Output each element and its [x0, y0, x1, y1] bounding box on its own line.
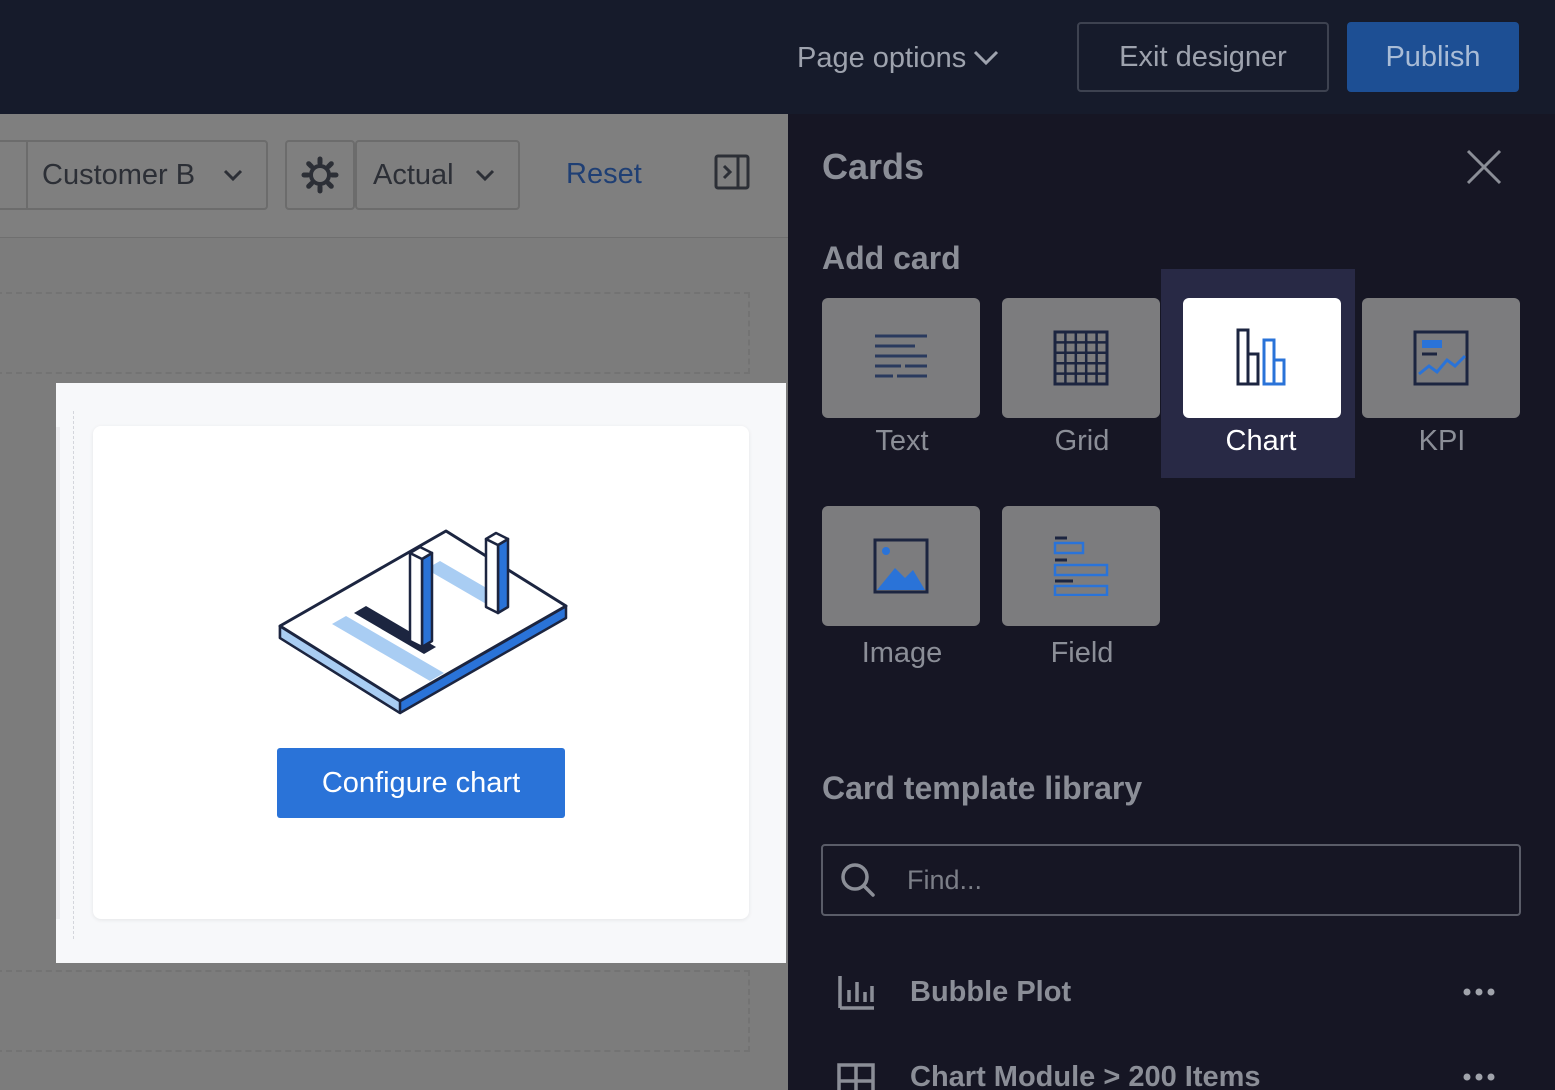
placeholder-row: [0, 292, 750, 374]
page-options-label: Page options: [797, 41, 967, 74]
image-card-button[interactable]: [822, 506, 980, 626]
more-options-icon[interactable]: [1462, 987, 1496, 997]
text-card-button[interactable]: [822, 298, 980, 418]
drop-guide: [73, 411, 74, 939]
scenario-filter-value: Actual: [373, 158, 454, 191]
card-slot: Configure chart: [56, 383, 786, 963]
cards-panel: Cards Add card Text Grid Chart KPI Image…: [788, 114, 1555, 1090]
close-icon[interactable]: [1465, 148, 1503, 186]
library-item[interactable]: Chart Module > 200 Items: [836, 1052, 1496, 1090]
text-icon: [875, 334, 927, 378]
search-icon: [841, 863, 875, 897]
grid-icon: [837, 1063, 875, 1090]
field-card-button[interactable]: [1002, 506, 1160, 626]
publish-button[interactable]: Publish: [1347, 22, 1519, 92]
exit-designer-button[interactable]: Exit designer: [1077, 22, 1329, 92]
tile-label: KPI: [1418, 425, 1466, 457]
tile-kpi: KPI: [1352, 269, 1532, 469]
tile-label: Chart: [1225, 425, 1297, 457]
tile-chart: Chart: [1161, 269, 1355, 478]
chart-card[interactable]: Configure chart: [93, 426, 749, 919]
bar-chart-icon: [1236, 328, 1286, 386]
library-item-name: Chart Module > 200 Items: [910, 1060, 1261, 1090]
bar-chart-icon: [838, 976, 874, 1010]
filter-bar: Customer B Actual Reset: [0, 114, 788, 238]
kpi-card-button[interactable]: [1362, 298, 1520, 418]
chart-card-button[interactable]: [1183, 298, 1341, 418]
library-item-name: Bubble Plot: [910, 975, 1072, 1008]
more-options-icon[interactable]: [1462, 1072, 1496, 1082]
library-item[interactable]: Bubble Plot: [836, 967, 1496, 1017]
library-heading: Card template library: [822, 770, 1143, 806]
tile-text: Text: [788, 269, 980, 469]
chevron-down-icon: [974, 50, 999, 66]
chevron-down-icon: [223, 169, 243, 182]
tile-grid: Grid: [992, 269, 1172, 469]
customer-filter[interactable]: Customer B: [0, 140, 268, 210]
field-icon: [1053, 536, 1109, 596]
chevron-down-icon: [475, 169, 495, 182]
customer-filter-value: Customer B: [42, 158, 196, 191]
tile-label: Image: [861, 637, 943, 669]
gear-icon: [301, 156, 339, 194]
image-icon: [873, 538, 929, 594]
grid-icon: [1053, 330, 1109, 386]
reset-link[interactable]: Reset: [566, 158, 642, 191]
tile-label: Field: [1050, 637, 1114, 669]
configure-chart-button[interactable]: Configure chart: [277, 748, 565, 818]
kpi-icon: [1413, 330, 1469, 386]
settings-button[interactable]: [285, 140, 355, 210]
grid-card-button[interactable]: [1002, 298, 1160, 418]
scenario-filter[interactable]: Actual: [355, 140, 520, 210]
tile-label: Text: [875, 425, 929, 457]
chart-illustration: [278, 529, 568, 715]
search-input[interactable]: [907, 864, 1467, 896]
tile-field: Field: [992, 477, 1172, 677]
adjacent-card-edge: [56, 427, 60, 919]
panel-title: Cards: [822, 146, 925, 187]
tile-label: Grid: [1054, 425, 1110, 457]
tile-image: Image: [788, 477, 980, 677]
page-options-menu[interactable]: Page options: [797, 38, 1000, 78]
collapse-panel-icon[interactable]: [714, 154, 750, 190]
filter-segment: [0, 142, 28, 208]
top-bar: Page options Exit designer Publish: [0, 0, 1555, 114]
library-search[interactable]: [821, 844, 1521, 916]
placeholder-row: [0, 970, 750, 1052]
